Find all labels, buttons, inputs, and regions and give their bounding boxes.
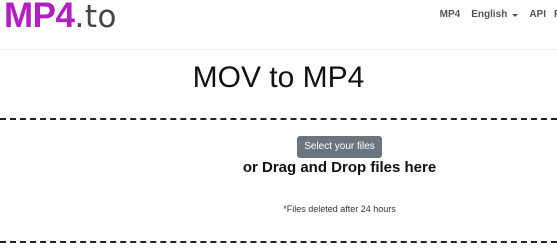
chevron-down-icon <box>512 13 519 17</box>
nav-link-mp4[interactable]: MP4 <box>440 9 461 20</box>
dropzone-bottom-border <box>0 241 557 243</box>
nav-link-api[interactable]: API <box>529 9 546 20</box>
nav-links: MP4 English API F <box>440 9 557 20</box>
page: MP4.to MP4 English API F MOV to MP4 Sele… <box>0 0 557 250</box>
site-logo[interactable]: MP4 .to <box>4 0 117 38</box>
dropzone-top-border <box>0 118 557 120</box>
select-files-button[interactable]: Select your files <box>297 136 382 158</box>
logo-mp4-text: MP4 <box>4 0 75 35</box>
page-title: MOV to MP4 <box>192 61 365 94</box>
drag-drop-text: or Drag and Drop files here <box>242 159 437 176</box>
logo-to-text: .to <box>74 0 117 35</box>
language-label: English <box>471 9 508 20</box>
files-deleted-note: *Files deleted after 24 hours <box>283 204 396 214</box>
language-dropdown[interactable]: English <box>471 9 519 20</box>
top-navbar: MP4.to MP4 English API F <box>0 0 557 50</box>
